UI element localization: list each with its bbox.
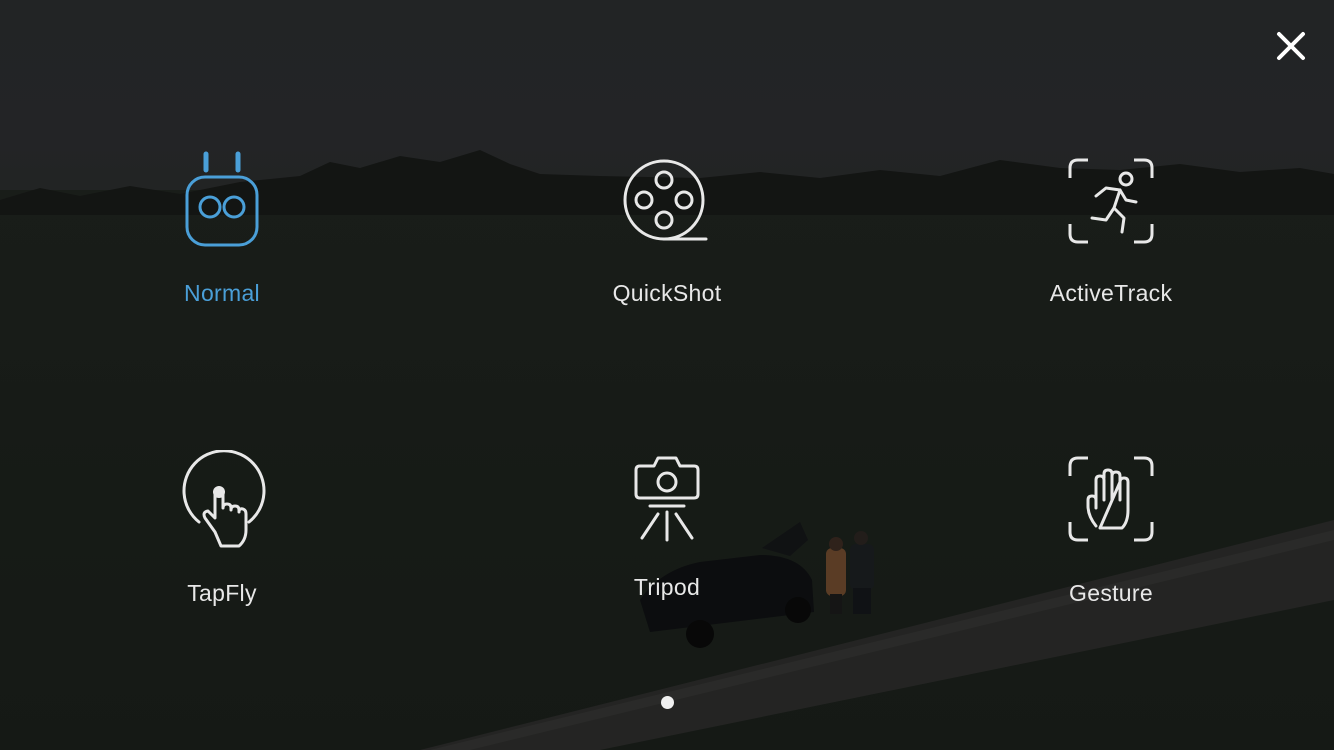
mode-label: TapFly — [187, 580, 257, 606]
film-reel-icon — [623, 159, 708, 241]
mode-tapfly[interactable]: TapFly — [102, 450, 342, 607]
running-person-icon — [1068, 158, 1154, 244]
mode-label: Tripod — [633, 574, 701, 600]
mode-tripod[interactable]: Tripod — [547, 454, 787, 601]
mode-quickshot[interactable]: QuickShot — [547, 158, 787, 307]
close-button[interactable] — [1270, 26, 1312, 66]
mode-label: Gesture — [1069, 580, 1153, 606]
remote-controller-icon — [185, 151, 259, 247]
mode-label: Normal — [184, 280, 260, 306]
hand-gesture-icon — [1068, 456, 1154, 542]
camera-tripod-icon — [634, 456, 700, 542]
mode-label: QuickShot — [612, 280, 722, 306]
close-icon — [1277, 32, 1305, 60]
page-dot-active[interactable] — [660, 696, 674, 709]
dim-overlay — [0, 0, 1334, 750]
mode-activetrack[interactable]: ActiveTrack — [991, 156, 1231, 307]
mode-normal[interactable]: Normal — [102, 150, 342, 307]
background-aerial-photo — [0, 0, 1334, 750]
pagination-dots — [0, 696, 1334, 714]
mode-gesture[interactable]: Gesture — [991, 454, 1231, 607]
mode-label: ActiveTrack — [1049, 280, 1173, 306]
tap-finger-icon — [182, 450, 266, 548]
